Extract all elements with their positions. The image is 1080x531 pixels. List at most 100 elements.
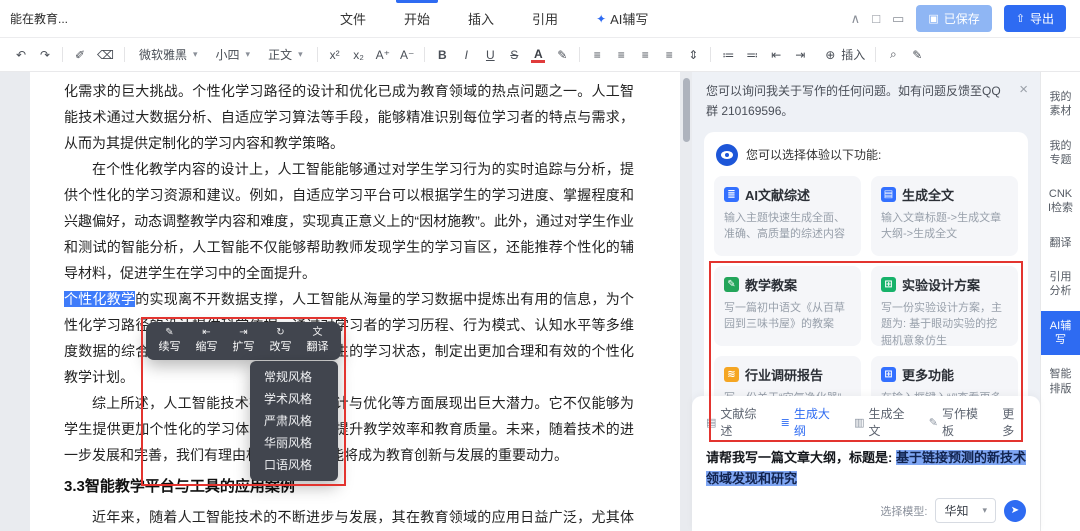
search-icon[interactable]: ⌕ bbox=[886, 47, 900, 62]
paragraph[interactable]: 在个性化教学内容的设计上，人工智能能够通过对学生学习行为的实时追踪与分析，提供个… bbox=[64, 156, 634, 286]
assistant-avatar bbox=[716, 144, 738, 166]
style-option-normal[interactable]: 常规风格 bbox=[250, 366, 338, 388]
style-option-academic[interactable]: 学术风格 bbox=[250, 388, 338, 410]
font-size-select[interactable]: 小四 ▾ bbox=[212, 44, 255, 65]
prompt-input[interactable]: 请帮我写一篇文章大纲，标题是: 基于链接预测的新技术领域发现和研究 bbox=[706, 448, 1026, 490]
indent-increase-button[interactable]: ⇥ bbox=[793, 48, 807, 62]
close-icon[interactable]: × bbox=[1019, 82, 1028, 97]
divider bbox=[710, 47, 711, 62]
sidebar-label: 智能排版 bbox=[1048, 367, 1074, 396]
tab-insert[interactable]: 插入 bbox=[468, 0, 494, 38]
selected-text[interactable]: 个性化教学 bbox=[64, 291, 135, 307]
industry-report-icon: ≋ bbox=[724, 367, 739, 382]
comment-icon[interactable]: ▭ bbox=[892, 11, 904, 27]
tab-generate-full-text[interactable]: ▥生成全文 bbox=[854, 405, 916, 439]
abbreviate-icon: ⇤ bbox=[202, 327, 210, 339]
tab-more[interactable]: 更多 bbox=[1002, 405, 1026, 439]
tab-citation[interactable]: 引用 bbox=[532, 0, 558, 38]
content-area: 化需求的巨大挑战。个性化学习路径的设计和优化已成为教育领域的热点问题之一。人工智… bbox=[0, 72, 1080, 531]
indent-decrease-button[interactable]: ⇤ bbox=[769, 48, 783, 62]
style-option-colloquial[interactable]: 口语风格 bbox=[250, 454, 338, 476]
italic-button[interactable]: I bbox=[459, 48, 473, 62]
divider bbox=[424, 47, 425, 62]
style-option-ornate[interactable]: 华丽风格 bbox=[250, 432, 338, 454]
eraser-icon[interactable]: ⌫ bbox=[97, 48, 114, 62]
feature-card-full-text[interactable]: ▤生成全文 输入文章标题->生成文章大纲->生成全文 bbox=[871, 176, 1018, 256]
document-area: 化需求的巨大挑战。个性化学习路径的设计和优化已成为教育领域的热点问题之一。人工智… bbox=[0, 72, 692, 531]
tab-home[interactable]: 开始 bbox=[404, 0, 430, 38]
tab-ai-writing[interactable]: ✦ AI辅写 bbox=[596, 0, 648, 38]
menu-item-expand[interactable]: ⇥ 扩写 bbox=[225, 325, 262, 357]
collapse-icon[interactable]: ∧ bbox=[851, 11, 861, 27]
menu-item-abbreviate[interactable]: ⇤ 缩写 bbox=[188, 325, 225, 357]
align-right-button[interactable]: ≡ bbox=[638, 48, 652, 62]
align-left-button[interactable]: ≡ bbox=[590, 48, 604, 62]
font-shrink-button[interactable]: A⁻ bbox=[400, 48, 414, 62]
underline-button[interactable]: U bbox=[483, 48, 497, 62]
feature-card-literature-review[interactable]: ≣AI文献综述 输入主题快速生成全面、准确、高质量的综述内容 bbox=[714, 176, 861, 256]
subscript-button[interactable]: x₂ bbox=[352, 48, 366, 62]
sidebar-item-ai-writing[interactable]: AI辅写 bbox=[1041, 311, 1080, 356]
outline-icon: ≣ bbox=[781, 416, 790, 429]
highlight-color-button[interactable]: ✎ bbox=[555, 48, 569, 62]
document-page[interactable]: 化需求的巨大挑战。个性化学习路径的设计和优化已成为教育领域的热点问题之一。人工智… bbox=[30, 72, 680, 531]
card-title: 教学教案 bbox=[745, 275, 797, 294]
line-spacing-button[interactable]: ⇕ bbox=[686, 48, 700, 62]
format-painter-icon[interactable]: ✐ bbox=[73, 48, 87, 62]
menu-item-translate[interactable]: 文 翻译 bbox=[299, 325, 336, 357]
menu-label: 翻译 bbox=[307, 340, 329, 354]
insert-button[interactable]: ⊕ 插入 bbox=[823, 46, 865, 63]
pen-icon[interactable]: ✎ bbox=[910, 48, 924, 62]
redo-icon[interactable]: ↷ bbox=[38, 48, 52, 62]
sidebar-item-citation-analysis[interactable]: 引用分析 bbox=[1041, 262, 1080, 307]
sidebar-item-translate[interactable]: 翻译 bbox=[1041, 228, 1080, 258]
full-text-icon: ▥ bbox=[854, 416, 864, 429]
saved-button[interactable]: ▣ 已保存 bbox=[916, 5, 991, 32]
chevron-down-icon: ▾ bbox=[982, 505, 987, 516]
paragraph[interactable]: 综上所述，人工智能技术在教学内容设计与优化等方面展现出巨大潜力。它不仅能够为学生… bbox=[64, 390, 634, 468]
sidebar-item-smart-typesetting[interactable]: 智能排版 bbox=[1041, 359, 1080, 404]
vertical-scrollbar[interactable] bbox=[683, 78, 690, 142]
model-value: 华知 bbox=[944, 502, 968, 519]
model-row: 选择模型: 华知 ▾ ➤ bbox=[706, 498, 1026, 523]
fullscreen-icon[interactable]: □ bbox=[872, 11, 880, 26]
paragraph[interactable]: 近年来，随着人工智能技术的不断进步与发展，其在教育领域的应用日益广泛，尤其体现在… bbox=[64, 504, 634, 531]
assistant-intro: 您可以选择体验以下功能: bbox=[714, 142, 1018, 176]
sidebar-item-cnki-search[interactable]: CNKI检索 bbox=[1041, 179, 1080, 224]
font-color-button[interactable]: A bbox=[531, 47, 545, 63]
export-button[interactable]: ⇧ 导出 bbox=[1004, 5, 1066, 32]
app-window: 能在教育... 文件 开始 插入 引用 ✦ AI辅写 ∧ □ ▭ ▣ 已保存 ⇧… bbox=[0, 0, 1080, 531]
strikethrough-button[interactable]: S bbox=[507, 48, 521, 62]
paragraph[interactable]: 化需求的巨大挑战。个性化学习路径的设计和优化已成为教育领域的热点问题之一。人工智… bbox=[64, 78, 634, 156]
font-family-select[interactable]: 微软雅黑 ▾ bbox=[135, 44, 202, 65]
model-select[interactable]: 华知 ▾ bbox=[935, 498, 996, 523]
feature-card-experiment-design[interactable]: ⊞实验设计方案 写一份实验设计方案，主题为: 基于眼动实验的挖掘机意象仿生 bbox=[871, 266, 1018, 346]
feature-card-teaching-plan[interactable]: ✎教学教案 写一篇初中语文《从百草园到三味书屋》的教案 bbox=[714, 266, 861, 346]
font-grow-button[interactable]: A⁺ bbox=[376, 48, 390, 62]
ai-context-menu: ✎ 续写 ⇤ 缩写 ⇥ 扩写 ↻ 改写 bbox=[146, 322, 341, 360]
sidebar-item-my-materials[interactable]: 我的素材 bbox=[1041, 82, 1080, 127]
translate-icon: 文 bbox=[313, 327, 323, 339]
tab-ai-writing-label: AI辅写 bbox=[610, 9, 648, 28]
send-button[interactable]: ➤ bbox=[1004, 500, 1026, 522]
align-justify-button[interactable]: ≡ bbox=[662, 48, 676, 62]
menu-item-continue-writing[interactable]: ✎ 续写 bbox=[151, 325, 188, 357]
sidebar-item-my-topics[interactable]: 我的专题 bbox=[1041, 131, 1080, 176]
section-heading[interactable]: 3.3智能教学平台与工具的应用案例 bbox=[64, 474, 634, 500]
menu-item-rewrite[interactable]: ↻ 改写 bbox=[262, 325, 299, 357]
tab-file[interactable]: 文件 bbox=[340, 0, 366, 38]
style-option-serious[interactable]: 严肃风格 bbox=[250, 410, 338, 432]
align-center-button[interactable]: ≡ bbox=[614, 48, 628, 62]
numbered-list-button[interactable]: ≕ bbox=[745, 48, 759, 62]
tab-writing-template[interactable]: ✎写作模板 bbox=[929, 405, 989, 439]
paragraph-style-select[interactable]: 正文 ▾ bbox=[264, 44, 307, 65]
card-title: 生成全文 bbox=[902, 185, 954, 204]
superscript-button[interactable]: x² bbox=[328, 48, 342, 62]
tab-generate-outline[interactable]: ≣生成大纲 bbox=[781, 405, 841, 439]
bullet-list-button[interactable]: ≔ bbox=[721, 48, 735, 62]
chevron-down-icon: ▾ bbox=[193, 49, 198, 60]
undo-icon[interactable]: ↶ bbox=[14, 48, 28, 62]
tab-literature-review[interactable]: ▤文献综述 bbox=[706, 405, 768, 439]
bold-button[interactable]: B bbox=[435, 48, 449, 62]
pen-icon: ✎ bbox=[929, 416, 938, 429]
